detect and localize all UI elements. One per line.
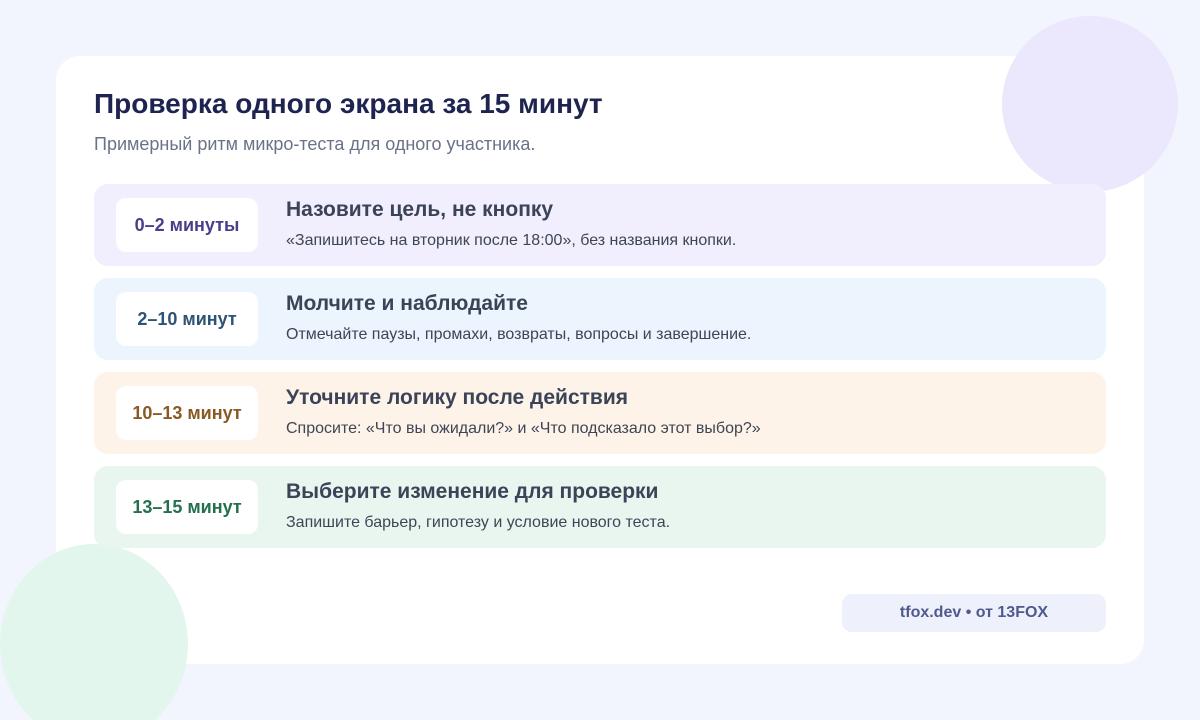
step-card-3: 10–13 минут Уточните логику после действ…	[94, 372, 1106, 454]
step-card-4: 13–15 минут Выберите изменение для прове…	[94, 466, 1106, 548]
step-title: Назовите цель, не кнопку	[286, 198, 554, 221]
step-time-badge: 2–10 минут	[116, 292, 258, 346]
page-frame: Проверка одного экрана за 15 минут Приме…	[0, 0, 1200, 720]
step-description: Запишите барьер, гипотезу и условие ново…	[286, 514, 671, 531]
step-time-badge: 13–15 минут	[116, 480, 258, 534]
step-description: «Запишитесь на вторник после 18:00», без…	[286, 232, 737, 249]
step-description: Спросите: «Что вы ожидали?» и «Что подск…	[286, 420, 761, 437]
decorative-circle-top	[1002, 16, 1178, 192]
step-time-badge: 10–13 минут	[116, 386, 258, 440]
step-title: Молчите и наблюдайте	[286, 292, 528, 315]
footer-credit-badge[interactable]: tfox.dev • от 13FOX	[842, 594, 1106, 632]
step-title: Уточните логику после действия	[286, 386, 628, 409]
page-subtitle: Примерный ритм микро-теста для одного уч…	[94, 134, 536, 154]
step-card-2: 2–10 минут Молчите и наблюдайте Отмечайт…	[94, 278, 1106, 360]
page-title: Проверка одного экрана за 15 минут	[94, 88, 603, 119]
step-title: Выберите изменение для проверки	[286, 480, 659, 503]
step-time-badge: 0–2 минуты	[116, 198, 258, 252]
step-description: Отмечайте паузы, промахи, возвраты, вопр…	[286, 326, 752, 343]
step-card-1: 0–2 минуты Назовите цель, не кнопку «Зап…	[94, 184, 1106, 266]
